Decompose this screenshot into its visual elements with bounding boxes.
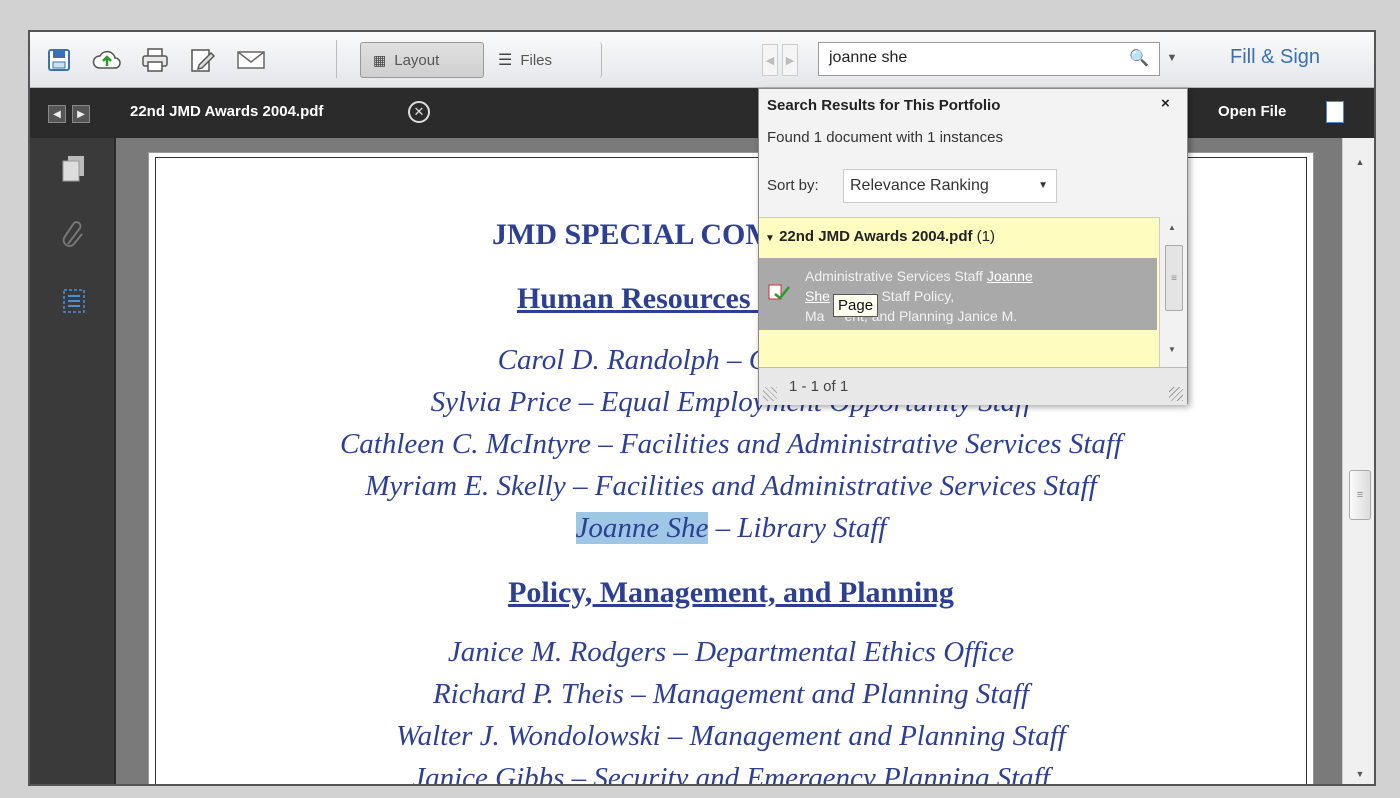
print-icon[interactable] [140, 46, 170, 74]
doc-line: Cathleen C. McIntyre – Facilities and Ad… [339, 428, 1123, 460]
file-name: 22nd JMD Awards 2004.pdf [130, 103, 324, 120]
doc-line: Myriam E. Skelly – Facilities and Admini… [365, 470, 1097, 502]
result-file-name: 22nd JMD Awards 2004.pdf [779, 228, 973, 245]
doc-line: Walter J. Wondolowski – Management and P… [396, 720, 1066, 752]
doc-line-rest: – Library Staff [708, 512, 887, 544]
search-input[interactable]: joanne she 🔍 [818, 42, 1160, 76]
doc-line-match: Joanne She – Library Staff [156, 512, 1306, 545]
close-file-icon[interactable]: ✕ [408, 101, 430, 123]
results-scroll-thumb[interactable]: ≡ [1165, 245, 1183, 311]
section-title: Policy, Management, and Planning [508, 576, 954, 609]
search-results-panel: Search Results for This Portfolio × Foun… [758, 88, 1188, 405]
save-icon[interactable] [44, 46, 74, 74]
previous-file-icon[interactable]: ◀ [48, 105, 66, 123]
grid-icon: ▦ [373, 51, 387, 68]
result-file-header[interactable]: ▼ 22nd JMD Awards 2004.pdf (1) [765, 228, 995, 245]
snippet-text: Ma [805, 308, 825, 324]
doc-line: Janice M. Rodgers – Departmental Ethics … [447, 636, 1015, 668]
result-page-icon [767, 282, 791, 302]
scroll-up-icon[interactable]: ▲ [1168, 223, 1176, 232]
panel-title: Search Results for This Portfolio [767, 97, 1001, 114]
edit-icon[interactable] [188, 46, 218, 74]
next-result-button[interactable]: ▶ [782, 44, 798, 76]
results-footer: 1 - 1 of 1 [759, 367, 1187, 405]
toolbar-divider [336, 40, 337, 78]
next-file-icon[interactable]: ▶ [72, 105, 90, 123]
open-file-button[interactable]: Open File [1218, 103, 1286, 120]
scroll-down-icon[interactable]: ▼ [1168, 345, 1176, 354]
chevron-down-icon: ▼ [1038, 180, 1048, 191]
found-summary: Found 1 document with 1 instances [767, 129, 1003, 146]
sort-value: Relevance Ranking [850, 177, 989, 194]
files-label: Files [520, 51, 553, 69]
sort-label: Sort by: [767, 177, 819, 194]
search-highlight: Joanne She [575, 512, 709, 544]
results-list: ▼ 22nd JMD Awards 2004.pdf (1) Administr… [759, 217, 1159, 367]
open-file-icon[interactable] [1326, 101, 1344, 123]
cloud-upload-icon[interactable] [92, 46, 122, 74]
results-range: 1 - 1 of 1 [789, 378, 849, 395]
document-scrollbar[interactable]: ▲ ≡ ▼ [1342, 138, 1374, 784]
doc-line: Janice Gibbs – Security and Emergency Pl… [412, 762, 1050, 786]
layout-label: Layout [394, 51, 440, 69]
result-count: (1) [976, 228, 995, 245]
result-item[interactable]: Administrative Services Staff Joanne She… [759, 258, 1157, 330]
files-button[interactable]: ☰ Files [486, 42, 602, 78]
results-scrollbar[interactable]: ▲ ≡ ▼ [1159, 217, 1187, 367]
snippet-text: Administrative Services Staff [805, 268, 987, 284]
toolbar: ▦ Layout ☰ Files ◀ ▶ joanne she 🔍 ▼ Fill… [30, 32, 1374, 88]
sort-select[interactable]: Relevance Ranking ▼ [843, 169, 1057, 203]
resize-grip-left[interactable] [763, 387, 777, 401]
pages-icon[interactable] [58, 152, 90, 186]
scroll-up-icon[interactable]: ▲ [1352, 154, 1368, 170]
expand-triangle-icon: ▼ [765, 233, 775, 244]
chevron-down-icon[interactable]: ▼ [1164, 48, 1180, 68]
prev-result-button[interactable]: ◀ [762, 44, 778, 76]
search-value: joanne she [829, 49, 908, 66]
snippet-match[interactable]: Joanne [987, 268, 1033, 284]
binoculars-icon[interactable]: 🔍 [1129, 48, 1149, 68]
layout-button[interactable]: ▦ Layout [360, 42, 484, 78]
page-tooltip: Page [833, 294, 879, 317]
email-icon[interactable] [236, 46, 266, 74]
resize-grip[interactable] [1169, 387, 1183, 401]
doc-line: Richard P. Theis – Management and Planni… [432, 678, 1030, 710]
scroll-down-icon[interactable]: ▼ [1352, 766, 1368, 782]
close-icon[interactable]: × [1161, 95, 1170, 112]
fill-sign-button[interactable]: Fill & Sign [1230, 46, 1320, 69]
list-icon: ☰ [498, 52, 513, 69]
snippet-match[interactable]: She [805, 288, 830, 304]
scroll-thumb[interactable]: ≡ [1349, 470, 1371, 520]
acrobat-window: ▦ Layout ☰ Files ◀ ▶ joanne she 🔍 ▼ Fill… [28, 30, 1376, 786]
